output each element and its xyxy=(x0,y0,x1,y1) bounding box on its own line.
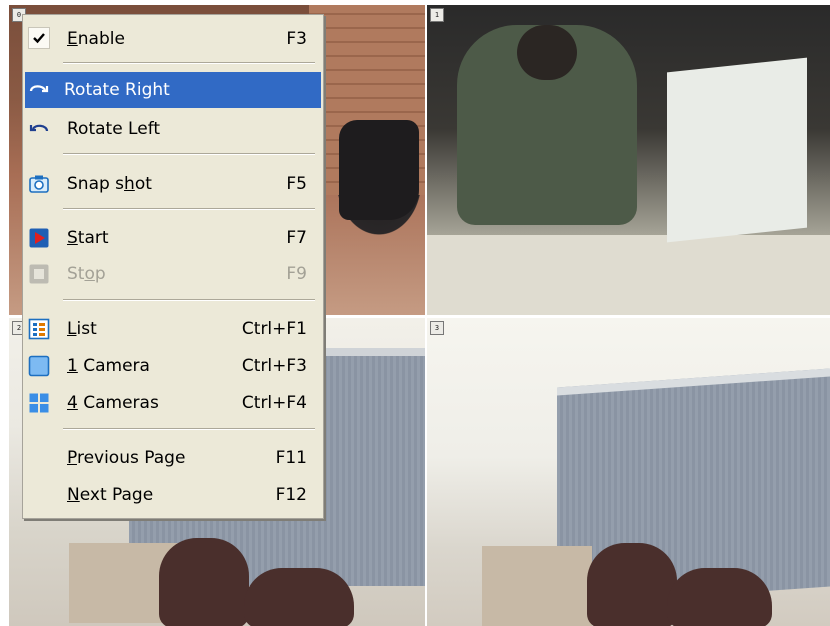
person-at-desk xyxy=(457,25,637,225)
menu-item-label: Previous Page xyxy=(67,448,186,468)
menu-item-next-page[interactable]: Next Page F12 xyxy=(25,477,321,513)
rotate-left-icon xyxy=(28,118,50,140)
camera-view-1[interactable]: 1 xyxy=(427,5,830,315)
menu-item-label: Enable xyxy=(67,29,125,49)
menu-item-label: Stop xyxy=(67,264,106,284)
camera-tag: 3 xyxy=(430,321,444,335)
menu-item-label: Rotate Left xyxy=(67,119,161,139)
shortcut-label: Ctrl+F1 xyxy=(241,319,307,339)
hanging-jacket xyxy=(339,120,419,220)
list-icon xyxy=(28,318,50,340)
menu-separator xyxy=(63,153,315,155)
stop-icon xyxy=(28,263,50,285)
menu-item-label: 1 Camera xyxy=(67,356,150,376)
shortcut-label: Ctrl+F3 xyxy=(241,356,307,376)
shortcut-label: F9 xyxy=(286,264,307,284)
menu-item-enable[interactable]: Enable F3 xyxy=(25,21,321,57)
menu-item-start[interactable]: Start F7 xyxy=(25,220,321,256)
person-head xyxy=(517,25,577,80)
office-chair xyxy=(244,568,354,626)
camera-tag: 1 xyxy=(430,8,444,22)
shortcut-label: Ctrl+F4 xyxy=(241,393,307,413)
whiteboard xyxy=(667,57,807,243)
camera-view-3[interactable]: 3 xyxy=(427,318,830,626)
shortcut-label: F5 xyxy=(286,174,307,194)
desk xyxy=(482,546,592,626)
menu-separator xyxy=(63,299,315,301)
quad-cameras-icon xyxy=(28,392,50,414)
menu-item-label: List xyxy=(67,319,97,339)
menu-item-4-cameras[interactable]: 4 Cameras Ctrl+F4 xyxy=(25,385,321,421)
context-menu: Enable F3 Rotate Right Rotate Left Snap … xyxy=(22,14,324,519)
menu-item-label: Rotate Right xyxy=(64,80,170,100)
menu-separator xyxy=(63,62,315,64)
shortcut-label: F3 xyxy=(286,29,307,49)
play-icon xyxy=(28,227,50,249)
menu-item-label: 4 Cameras xyxy=(67,393,159,413)
menu-separator xyxy=(63,428,315,430)
office-chair xyxy=(159,538,249,626)
shortcut-label: F12 xyxy=(275,485,307,505)
checkmark-icon xyxy=(28,27,50,49)
rotate-right-icon xyxy=(28,79,50,101)
menu-item-1-camera[interactable]: 1 Camera Ctrl+F3 xyxy=(25,348,321,384)
desk-surface xyxy=(427,235,830,315)
shortcut-label: F11 xyxy=(275,448,307,468)
menu-item-previous-page[interactable]: Previous Page F11 xyxy=(25,440,321,476)
camera-icon xyxy=(28,173,50,195)
office-chair xyxy=(587,543,677,626)
menu-item-label: Start xyxy=(67,228,109,248)
menu-item-snapshot[interactable]: Snap shot F5 xyxy=(25,166,321,202)
menu-separator xyxy=(63,208,315,210)
shortcut-label: F7 xyxy=(286,228,307,248)
menu-item-rotate-right[interactable]: Rotate Right xyxy=(25,72,321,108)
office-chair xyxy=(667,568,772,626)
single-camera-icon xyxy=(28,355,50,377)
menu-item-label: Next Page xyxy=(67,485,154,505)
menu-item-label: Snap shot xyxy=(67,174,152,194)
menu-item-stop[interactable]: Stop F9 xyxy=(25,256,321,292)
menu-item-list[interactable]: List Ctrl+F1 xyxy=(25,311,321,347)
menu-item-rotate-left[interactable]: Rotate Left xyxy=(25,111,321,147)
